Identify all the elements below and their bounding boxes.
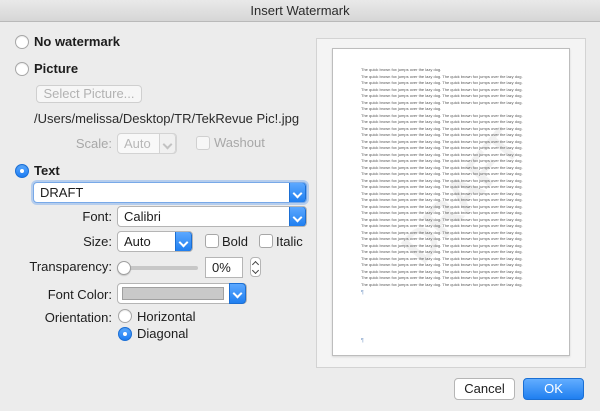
ok-button[interactable]: OK [523, 378, 584, 400]
font-color-swatch [122, 287, 224, 300]
picture-file-path: /Users/melissa/Desktop/TR/TekRevue Pic!.… [34, 111, 300, 126]
size-label: Size: [83, 234, 112, 249]
bold-label: Bold [222, 234, 249, 249]
diagonal-radio[interactable] [118, 327, 132, 341]
size-select[interactable]: Auto [117, 231, 193, 252]
chevron-down-icon [175, 232, 192, 251]
watermark-text-value: DRAFT [40, 185, 84, 200]
font-value: Calibri [124, 209, 161, 224]
text-radio[interactable] [15, 164, 29, 178]
italic-label: Italic [276, 234, 303, 249]
transparency-slider-knob[interactable] [117, 261, 131, 275]
transparency-label: Transparency: [29, 259, 112, 274]
picture-label[interactable]: Picture [34, 61, 78, 76]
preview-text-line: The quick brown fox jumps over the lazy … [361, 281, 523, 287]
window-title: Insert Watermark [0, 0, 600, 22]
watermark-text-combobox[interactable]: DRAFT [33, 182, 307, 203]
horizontal-radio[interactable] [118, 309, 132, 323]
picture-radio[interactable] [15, 62, 29, 76]
no-watermark-radio[interactable] [15, 35, 29, 49]
diagonal-label: Diagonal [137, 326, 189, 341]
text-label[interactable]: Text [34, 163, 60, 178]
font-color-label: Font Color: [47, 287, 112, 302]
scale-select[interactable]: Auto [117, 133, 177, 154]
transparency-stepper[interactable] [250, 257, 261, 277]
transparency-field[interactable]: 0% [205, 257, 243, 278]
paragraph-mark: ¶ [361, 290, 364, 296]
orientation-label: Orientation: [44, 310, 112, 325]
transparency-slider-track[interactable] [120, 266, 198, 270]
no-watermark-label[interactable]: No watermark [34, 34, 120, 49]
font-label: Font: [82, 209, 112, 224]
select-picture-button[interactable]: Select Picture... [36, 85, 142, 103]
font-select[interactable]: Calibri [117, 206, 307, 227]
font-color-picker[interactable] [117, 283, 247, 304]
chevron-down-icon [229, 283, 246, 304]
scale-label: Scale: [75, 136, 112, 151]
chevron-down-icon [289, 183, 306, 202]
size-value: Auto [124, 234, 151, 249]
chevron-down-icon [159, 134, 176, 153]
scale-value: Auto [124, 136, 151, 151]
horizontal-label: Horizontal [137, 309, 196, 324]
bold-checkbox[interactable] [205, 234, 219, 248]
cancel-button[interactable]: Cancel [454, 378, 515, 400]
paragraph-mark: ¶ [361, 338, 364, 344]
washout-checkbox[interactable] [196, 136, 210, 150]
italic-checkbox[interactable] [259, 234, 273, 248]
chevron-down-icon [289, 207, 306, 226]
washout-label: Washout [214, 135, 265, 150]
preview-page: DRAFT The quick brown fox jumps over the… [332, 48, 570, 356]
